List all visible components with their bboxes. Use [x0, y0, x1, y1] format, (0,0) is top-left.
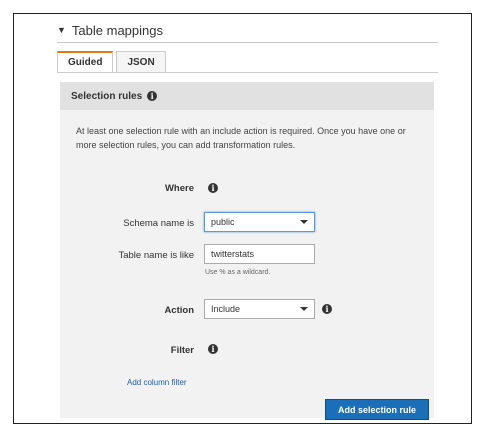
- filter-info-icon[interactable]: i: [208, 344, 218, 354]
- caret-down-icon[interactable]: ▼: [57, 26, 66, 35]
- schema-name-value: public: [211, 217, 235, 227]
- filter-label: Filter: [170, 345, 194, 356]
- table-mappings-header[interactable]: ▼ Table mappings: [57, 23, 163, 38]
- tabs-divider: [57, 72, 438, 73]
- chevron-down-icon: [300, 307, 308, 311]
- add-column-filter-link[interactable]: Add column filter: [127, 378, 187, 387]
- schema-name-label: Schema name is: [123, 218, 194, 229]
- table-name-label: Table name is like: [118, 250, 194, 261]
- chevron-down-icon: [300, 220, 308, 224]
- action-label: Action: [164, 305, 194, 316]
- action-value: Include: [211, 304, 241, 314]
- panel-description: At least one selection rule with an incl…: [76, 126, 406, 150]
- tab-guided[interactable]: Guided: [57, 51, 114, 73]
- add-selection-rule-button[interactable]: Add selection rule: [325, 399, 429, 420]
- info-icon[interactable]: i: [147, 91, 158, 101]
- tab-bar: Guided JSON: [57, 51, 169, 73]
- where-info-icon[interactable]: i: [208, 183, 218, 193]
- section-divider: [57, 42, 438, 43]
- where-label: Where: [164, 183, 194, 194]
- schema-name-select[interactable]: public: [204, 212, 315, 232]
- wildcard-hint: Use % as a wildcard.: [205, 269, 271, 276]
- tab-json[interactable]: JSON: [116, 51, 166, 73]
- panel-header: Selection rules i: [60, 82, 434, 110]
- table-name-input[interactable]: [204, 244, 315, 264]
- section-title: Table mappings: [71, 23, 163, 38]
- dialog-frame: ▼ Table mappings Guided JSON Selection r…: [13, 13, 472, 424]
- panel-title: Selection rules: [71, 90, 143, 102]
- action-select[interactable]: Include: [204, 299, 315, 319]
- action-info-icon[interactable]: i: [322, 304, 332, 314]
- selection-rules-panel: Selection rules i At least one selection…: [60, 82, 434, 420]
